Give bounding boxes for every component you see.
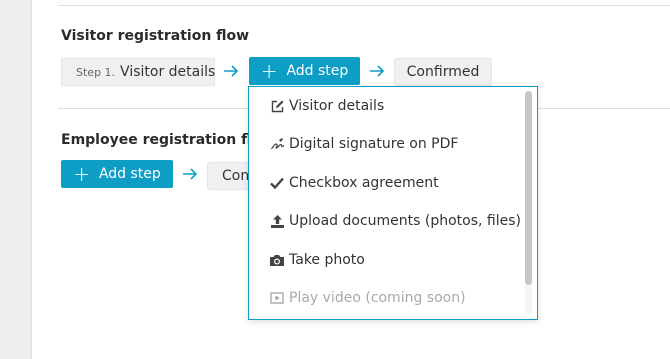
add-step-label: Add step — [98, 166, 161, 182]
upload-icon — [269, 213, 285, 229]
menu-item-digital-signature[interactable]: Digital signature on PDF — [249, 129, 524, 159]
confirmed-label: Confirmed — [406, 64, 480, 80]
menu-item-visitor-details[interactable]: Visitor details — [249, 91, 524, 121]
add-step-dropdown: Visitor details Digital signature on PDF… — [248, 86, 538, 320]
edit-icon — [269, 98, 285, 114]
menu-item-label: Upload documents (photos, files) — [289, 213, 521, 229]
menu-item-label: Checkbox agreement — [289, 175, 439, 191]
employee-flow-title: Employee registration flow — [61, 132, 275, 148]
menu-item-upload-documents[interactable]: Upload documents (photos, files) — [249, 206, 524, 236]
confirmed-label: Con — [222, 168, 250, 184]
scrollbar-thumb[interactable] — [525, 91, 532, 285]
menu-item-checkbox-agreement[interactable]: Checkbox agreement — [249, 168, 524, 198]
menu-item-label: Play video (coming soon) — [289, 290, 466, 306]
top-divider — [58, 5, 670, 6]
visitor-add-step-button[interactable]: + Add step — [249, 57, 360, 85]
menu-item-label: Visitor details — [289, 98, 385, 114]
visitor-step-1-chip[interactable]: Step 1. Visitor details — [61, 58, 215, 86]
menu-item-label: Take photo — [289, 252, 365, 268]
camera-icon — [269, 252, 285, 268]
step-label: Visitor details — [120, 64, 216, 80]
plus-icon: + — [73, 162, 90, 186]
employee-confirmed-chip[interactable]: Con — [207, 162, 252, 190]
flow-arrow-icon — [370, 65, 385, 77]
flow-arrow-icon — [183, 168, 198, 180]
menu-item-play-video: Play video (coming soon) — [249, 283, 524, 313]
menu-item-label: Digital signature on PDF — [289, 136, 459, 152]
checkmark-icon — [269, 175, 285, 191]
step-number: Step 1. — [76, 65, 116, 79]
left-rail — [0, 0, 32, 359]
signature-icon — [269, 136, 285, 152]
dropdown-scrollbar[interactable] — [525, 91, 532, 315]
visitor-confirmed-chip[interactable]: Confirmed — [394, 58, 492, 86]
visitor-flow-title: Visitor registration flow — [61, 28, 250, 44]
play-video-icon — [269, 290, 285, 306]
flow-arrow-icon — [224, 65, 239, 77]
menu-item-take-photo[interactable]: Take photo — [249, 245, 524, 275]
employee-add-step-button[interactable]: + Add step — [61, 160, 173, 188]
add-step-label: Add step — [286, 63, 349, 79]
plus-icon: + — [260, 59, 278, 83]
